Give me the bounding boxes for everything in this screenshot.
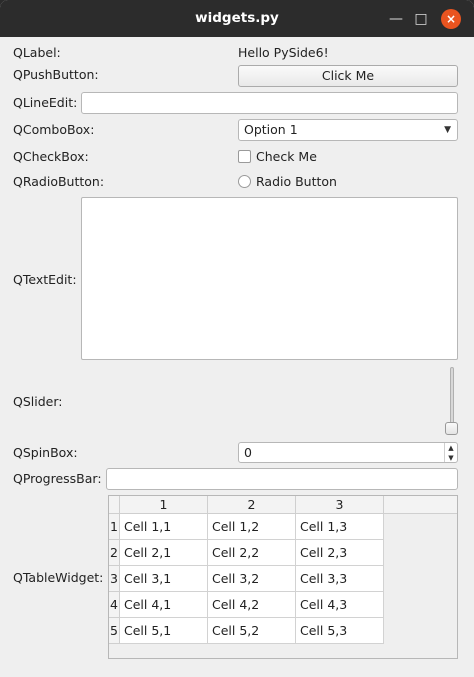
qtablewidget-caption: QTableWidget: (13, 570, 104, 585)
checkbox-label[interactable]: Check Me (256, 148, 317, 166)
close-icon[interactable]: × (441, 9, 461, 29)
minimize-icon[interactable]: — (386, 9, 406, 29)
spin-box-value: 0 (244, 445, 252, 460)
combo-selected-value: Option 1 (244, 122, 298, 137)
qslider-caption: QSlider: (13, 394, 63, 409)
row-header[interactable]: 5 (109, 618, 120, 644)
qcombobox-caption: QComboBox: (13, 122, 95, 137)
row-header[interactable]: 3 (109, 566, 120, 592)
slider-handle[interactable] (445, 422, 458, 435)
table-cell[interactable]: Cell 5,1 (120, 618, 208, 644)
qprogressbar-caption: QProgressBar: (13, 471, 102, 486)
form-content: QLabel: Hello PySide6! QPushButton: Clic… (0, 37, 474, 677)
text-edit-area[interactable] (81, 197, 458, 360)
check-me-checkbox[interactable] (238, 150, 251, 163)
radio-button-label[interactable]: Radio Button (256, 173, 337, 191)
spin-up-icon[interactable]: ▲ (445, 443, 457, 453)
combo-box[interactable]: Option 1 ▼ (238, 119, 458, 141)
column-header[interactable]: 1 (120, 496, 208, 514)
qradiobutton-caption: QRadioButton: (13, 174, 105, 189)
table-cell[interactable]: Cell 3,2 (208, 566, 296, 592)
table-cell[interactable]: Cell 5,2 (208, 618, 296, 644)
table-cell[interactable]: Cell 1,1 (120, 514, 208, 540)
table-cell[interactable]: Cell 4,3 (296, 592, 384, 618)
table-cell[interactable]: Cell 3,3 (296, 566, 384, 592)
row-header[interactable]: 4 (109, 592, 120, 618)
spin-down-icon[interactable]: ▼ (445, 453, 457, 463)
qpushbutton-caption: QPushButton: (13, 67, 99, 82)
app-window: widgets.py — □ × QLabel: Hello PySide6! … (0, 0, 474, 677)
qspinbox-caption: QSpinBox: (13, 445, 78, 460)
slider-track[interactable] (450, 367, 454, 427)
table-widget[interactable]: 1 2 3 1 2 3 4 5 Cell 1,1 Cell 1,2 Cell 1… (108, 495, 458, 659)
table-cell[interactable]: Cell 2,2 (208, 540, 296, 566)
row-header[interactable]: 2 (109, 540, 120, 566)
hello-label: Hello PySide6! (238, 45, 329, 60)
qlineedit-caption: QLineEdit: (13, 95, 78, 110)
qcheckbox-caption: QCheckBox: (13, 149, 89, 164)
table-corner[interactable] (109, 496, 120, 514)
row-header[interactable]: 1 (109, 514, 120, 540)
qlabel-caption: QLabel: (13, 45, 61, 60)
table-cell[interactable]: Cell 4,1 (120, 592, 208, 618)
line-edit-input[interactable] (81, 92, 458, 114)
radio-button[interactable] (238, 175, 251, 188)
table-cell[interactable]: Cell 5,3 (296, 618, 384, 644)
column-header-filler (384, 496, 457, 514)
column-header[interactable]: 2 (208, 496, 296, 514)
spin-box[interactable]: 0 ▲ ▼ (238, 442, 458, 463)
title-bar[interactable]: widgets.py — □ × (0, 0, 474, 37)
maximize-icon[interactable]: □ (411, 9, 431, 29)
table-cell[interactable]: Cell 4,2 (208, 592, 296, 618)
qtextedit-caption: QTextEdit: (13, 272, 77, 287)
column-header[interactable]: 3 (296, 496, 384, 514)
table-cell[interactable]: Cell 1,2 (208, 514, 296, 540)
click-me-button[interactable]: Click Me (238, 65, 458, 87)
table-cell[interactable]: Cell 2,3 (296, 540, 384, 566)
spin-buttons[interactable]: ▲ ▼ (444, 443, 457, 462)
progress-bar (106, 468, 458, 490)
table-cell[interactable]: Cell 2,1 (120, 540, 208, 566)
table-cell[interactable]: Cell 3,1 (120, 566, 208, 592)
chevron-down-icon[interactable]: ▼ (444, 120, 451, 140)
table-cell[interactable]: Cell 1,3 (296, 514, 384, 540)
